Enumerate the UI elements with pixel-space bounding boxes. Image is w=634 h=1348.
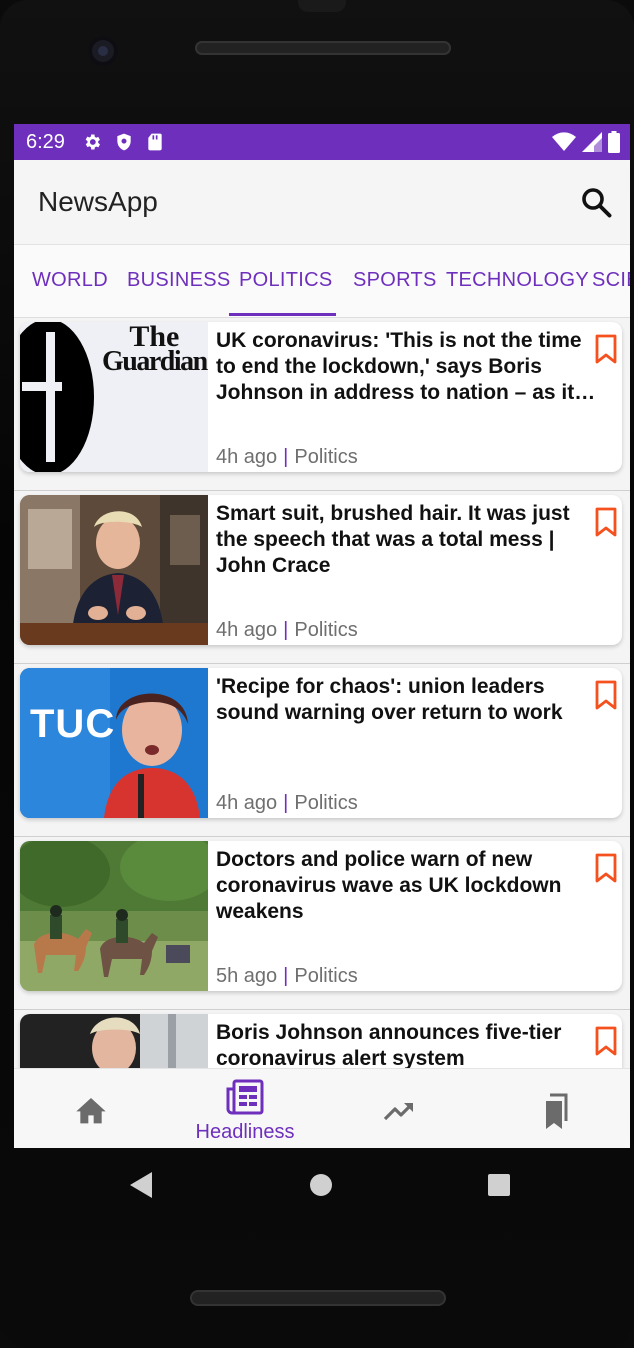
- article-headline: Doctors and police warn of new coronavir…: [216, 848, 562, 923]
- tab-world[interactable]: WORLD: [32, 269, 108, 292]
- thumb-tuc-text: TUC: [30, 702, 116, 746]
- earpiece-speaker: [195, 41, 451, 55]
- article-card[interactable]: TUC 'Recipe for chaos': union leaders so…: [20, 668, 622, 818]
- boris-johnson-photo: [20, 1014, 208, 1068]
- nav-home[interactable]: [14, 1069, 168, 1148]
- signal-icon: [582, 132, 602, 152]
- phone-frame: 6:29 NewsApp WORLD BUSINESS POLITICS SPO…: [0, 0, 634, 1348]
- article-meta: 4h ago | Politics: [216, 619, 358, 642]
- status-bar: 6:29: [14, 124, 630, 160]
- article-card[interactable]: Smart suit, brushed hair. It was just th…: [20, 495, 622, 645]
- tab-business[interactable]: BUSINESS: [127, 269, 231, 292]
- system-navigation-bar: [14, 1148, 630, 1220]
- tab-politics[interactable]: POLITICS: [239, 269, 333, 292]
- list-item[interactable]: Boris Johnson announces five-tier corona…: [14, 1010, 630, 1068]
- list-item[interactable]: The Guardian UK coronavirus: 'This is no…: [14, 318, 630, 491]
- category-tabs: WORLD BUSINESS POLITICS SPORTS TECHNOLOG…: [14, 245, 630, 318]
- article-thumbnail: [20, 841, 208, 991]
- status-time: 6:29: [26, 131, 65, 153]
- bookmark-icon[interactable]: [594, 680, 618, 710]
- tab-technology[interactable]: TECHNOLOGY: [446, 269, 589, 292]
- bookmarks-icon: [546, 1093, 568, 1129]
- wifi-icon: [552, 132, 576, 151]
- settings-icon: [85, 134, 100, 150]
- nav-headlines[interactable]: Headliness: [168, 1069, 322, 1148]
- meta-separator: |: [283, 792, 289, 814]
- top-notch: [298, 0, 346, 12]
- bookmark-icon[interactable]: [594, 507, 618, 537]
- search-icon: [582, 188, 612, 218]
- app-screen: 6:29 NewsApp WORLD BUSINESS POLITICS SPO…: [14, 124, 630, 1148]
- recents-square-icon[interactable]: [488, 1174, 510, 1196]
- article-headline: Smart suit, brushed hair. It was just th…: [216, 502, 570, 577]
- article-category: Politics: [294, 619, 358, 641]
- back-icon[interactable]: [130, 1172, 154, 1198]
- article-meta: 4h ago | Politics: [216, 792, 358, 815]
- bookmark-icon[interactable]: [594, 334, 618, 364]
- bottom-navigation: Headliness: [14, 1068, 630, 1148]
- list-item[interactable]: Smart suit, brushed hair. It was just th…: [14, 491, 630, 664]
- police-horses-photo: [20, 841, 208, 991]
- bookmark-icon[interactable]: [594, 853, 618, 883]
- home-circle-icon[interactable]: [310, 1174, 332, 1196]
- article-time: 4h ago: [216, 792, 278, 814]
- newspaper-icon: [226, 1079, 264, 1115]
- article-meta: 5h ago | Politics: [216, 965, 358, 988]
- article-meta: 4h ago | Politics: [216, 446, 358, 469]
- bottom-speaker: [190, 1290, 446, 1306]
- article-card[interactable]: Doctors and police warn of new coronavir…: [20, 841, 622, 991]
- nav-bookmarks[interactable]: [476, 1069, 630, 1148]
- front-camera: [88, 36, 118, 66]
- article-category: Politics: [294, 965, 358, 987]
- article-headline: UK coronavirus: 'This is not the time to…: [216, 329, 596, 404]
- speech-photo: [20, 495, 208, 645]
- article-headline: Boris Johnson announces five-tier corona…: [216, 1021, 562, 1068]
- list-item[interactable]: TUC 'Recipe for chaos': union leaders so…: [14, 664, 630, 837]
- article-thumbnail: [20, 1014, 208, 1068]
- nav-trending[interactable]: [322, 1069, 476, 1148]
- tab-science[interactable]: SCIE: [592, 269, 630, 292]
- guardian-logo-text: The Guardian: [102, 322, 208, 377]
- article-thumbnail: The Guardian: [20, 322, 208, 472]
- app-title: NewsApp: [38, 186, 158, 217]
- active-tab-indicator: [229, 313, 336, 316]
- article-thumbnail: [20, 495, 208, 645]
- battery-icon: [608, 131, 620, 153]
- article-list[interactable]: The Guardian UK coronavirus: 'This is no…: [14, 318, 630, 1068]
- trending-icon: [383, 1103, 413, 1121]
- article-card[interactable]: Boris Johnson announces five-tier corona…: [20, 1014, 622, 1068]
- home-icon: [76, 1098, 106, 1124]
- meta-separator: |: [283, 965, 289, 987]
- tab-sports[interactable]: SPORTS: [353, 269, 437, 292]
- search-button[interactable]: [578, 184, 614, 220]
- nav-headlines-label: Headliness: [195, 1121, 295, 1143]
- article-card[interactable]: The Guardian UK coronavirus: 'This is no…: [20, 322, 622, 472]
- article-time: 4h ago: [216, 446, 278, 468]
- article-time: 5h ago: [216, 965, 278, 987]
- list-item[interactable]: Doctors and police warn of new coronavir…: [14, 837, 630, 1010]
- meta-separator: |: [283, 446, 289, 468]
- article-category: Politics: [294, 792, 358, 814]
- meta-separator: |: [283, 619, 289, 641]
- bookmark-icon[interactable]: [594, 1026, 618, 1056]
- sd-card-icon: [148, 133, 162, 151]
- article-thumbnail: TUC: [20, 668, 208, 818]
- article-category: Politics: [294, 446, 358, 468]
- shield-icon: [117, 133, 131, 151]
- article-time: 4h ago: [216, 619, 278, 641]
- article-headline: 'Recipe for chaos': union leaders sound …: [216, 675, 563, 724]
- app-bar: NewsApp: [14, 160, 630, 245]
